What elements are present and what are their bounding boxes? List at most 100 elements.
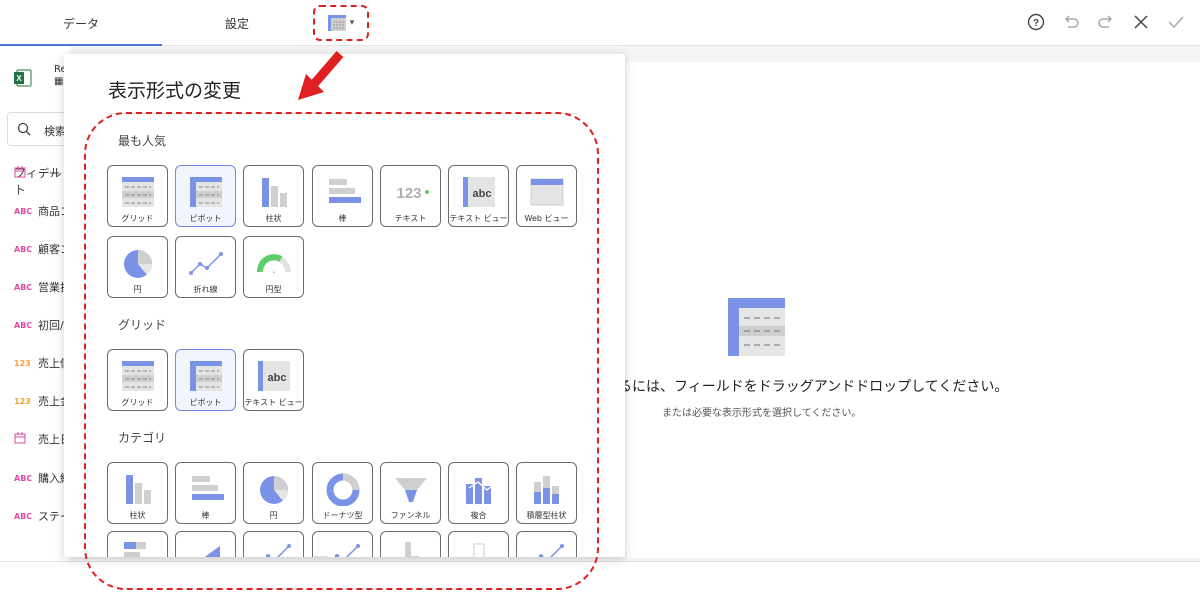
help-button[interactable]: ? [1026,12,1046,32]
svg-text:abc: abc [472,188,491,200]
section-category-label: カテゴリ [118,431,167,445]
number-type-icon: 123 [14,396,31,406]
close-button[interactable] [1131,12,1151,32]
viz-tile-label: 柱状 [265,214,282,223]
confirm-button[interactable] [1166,12,1186,32]
text-type-icon: ABC [14,244,33,254]
canvas-panel[interactable] [626,62,1200,558]
viz-tile-label: 円 [133,285,142,294]
redo-icon [1098,15,1113,28]
column-icon [254,175,294,209]
viz-tile-column[interactable]: 柱状 [107,462,168,524]
top-bar: データ 設定 ▾ ? [0,0,1200,47]
pivot-icon [186,359,226,393]
viz-tile-label: ピボット [189,398,222,407]
viz-tile-label: テキスト ビュー [449,214,508,223]
viz-tile-stacked[interactable]: 積層型柱状 [516,462,577,524]
svg-text:•: • [273,270,275,276]
viz-tile-blank[interactable] [448,531,509,557]
viz-tile-bar[interactable]: 棒 [312,165,373,227]
viz-tile-label: グリッド [121,398,154,407]
viz-tile-textview[interactable]: abc テキスト ビュー [243,349,304,411]
area-icon [186,538,226,557]
viz-tile-donut[interactable]: ドーナツ型 [312,462,373,524]
pivot-placeholder-icon [728,298,785,356]
viz-tile-label: 棒 [201,511,210,520]
viz-tile-pivot[interactable]: ピボット [175,349,236,411]
viz-tile-step[interactable] [380,531,441,557]
pivot-icon [186,175,226,209]
text-type-icon: ABC [14,473,33,483]
bar-icon [186,472,226,506]
textview-icon: abc [459,175,499,209]
redo-button[interactable] [1096,12,1116,32]
viz-tile-line[interactable] [516,531,577,557]
viz-tile-gauge[interactable]: • 円型 [243,236,304,298]
undo-button[interactable] [1061,12,1081,32]
text-type-icon: ABC [14,206,33,216]
textview-icon: abc [254,359,294,393]
svg-text:abc: abc [267,372,286,384]
viz-tile-grid[interactable]: グリッド [107,349,168,411]
visualization-picker-popup: 表示形式の変更 最も人気 グリッド カテゴリ グリッド ピボット 柱状棒 123 テキス… [64,54,625,557]
toolbar-actions: ? [1026,12,1186,32]
viz-tile-textview[interactable]: abc テキスト ビュー [448,165,509,227]
donut-icon [323,472,363,507]
viz-tile-combo[interactable]: 複合 [448,462,509,524]
viz-tile-line[interactable]: 折れ線 [175,236,236,298]
viz-tile-pie[interactable]: 円 [243,462,304,524]
viz-tile-webview[interactable]: Web ビュー [516,165,577,227]
popup-divider [108,113,578,114]
popup-scrollbar[interactable] [314,556,328,560]
tab-settings[interactable]: 設定 [162,0,312,46]
viz-tile-pie[interactable]: 円 [107,236,168,298]
empty-state-message: るには、フィールドをドラッグアンドドロップしてください。 [618,379,1009,395]
line-icon [323,538,363,557]
stacked-icon [527,472,567,506]
step-icon [391,538,431,557]
calendar-icon [14,166,32,180]
bar-icon [323,175,363,209]
tab-data[interactable]: データ [0,0,162,47]
combo-icon [459,472,499,506]
viz-tile-label: Web ビュー [524,214,569,223]
table-icon: ▦ [54,76,64,87]
viz-tile-grid[interactable]: グリッド [107,165,168,227]
viz-tile-label: テキスト [394,214,427,223]
column-icon [118,472,158,506]
viz-tile-label: 複合 [470,511,487,520]
text-type-icon: ABC [14,511,33,521]
data-panel: X Re ▦ 検索 フィールト デー ABC 商品コ ABC 顧客コ ABC 営業担 ABC 初… [0,46,87,562]
viz-tile-area[interactable] [175,531,236,557]
viz-tile-funnel[interactable]: ファンネル [380,462,441,524]
section-grid-label: グリッド [118,318,167,332]
svg-text:?: ? [1033,18,1039,29]
undo-icon [1064,15,1079,28]
field-label: デー [38,167,60,180]
viz-tile-bar[interactable]: 棒 [175,462,236,524]
field-label: 初回/ [38,319,64,332]
viz-tile-label: 円 [269,511,278,520]
viz-tile-pivot[interactable]: ピボット [175,165,236,227]
excel-icon: X [14,69,32,87]
check-icon [1168,16,1184,29]
viz-tile-text[interactable]: 123 テキスト [380,165,441,227]
search-placeholder: 検索 [44,125,66,138]
close-icon [1134,15,1148,29]
visualization-toggle-button[interactable]: ▾ [313,5,369,41]
svg-text:123: 123 [396,185,421,202]
webview-icon [527,175,567,209]
grid-icon [118,175,158,209]
viz-tile-line[interactable] [312,531,373,557]
viz-tile-label: 棒 [338,214,347,223]
popup-title: 表示形式の変更 [108,80,242,102]
grid-icon [118,359,158,393]
viz-tile-label: 円型 [265,285,282,294]
viz-tile-label: 柱状 [129,511,146,520]
viz-tile-line[interactable] [243,531,304,557]
viz-tile-label: 積層型柱状 [526,511,567,520]
viz-tile-stacked-bar[interactable] [107,531,168,557]
viz-tile-column[interactable]: 柱状 [243,165,304,227]
section-popular-label: 最も人気 [118,134,167,148]
calendar-icon [14,432,32,446]
